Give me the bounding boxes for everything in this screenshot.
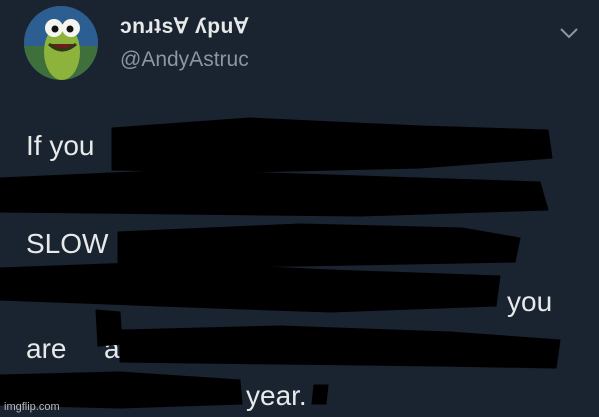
- redaction-overlay: [0, 117, 561, 409]
- redaction-stroke: [0, 169, 549, 217]
- watermark: imgflip.com: [4, 401, 60, 413]
- tweet-card: ɔnɹʇs∀ ʎpu∀ @AndyAstruc If you SLOW you …: [0, 0, 599, 417]
- redaction-stroke: [111, 117, 553, 173]
- redaction-stroke: [95, 309, 123, 347]
- redaction-stroke: [0, 261, 501, 313]
- redaction-stroke: [117, 223, 521, 269]
- redaction-stroke: [119, 325, 561, 369]
- redaction-stroke: [311, 384, 329, 405]
